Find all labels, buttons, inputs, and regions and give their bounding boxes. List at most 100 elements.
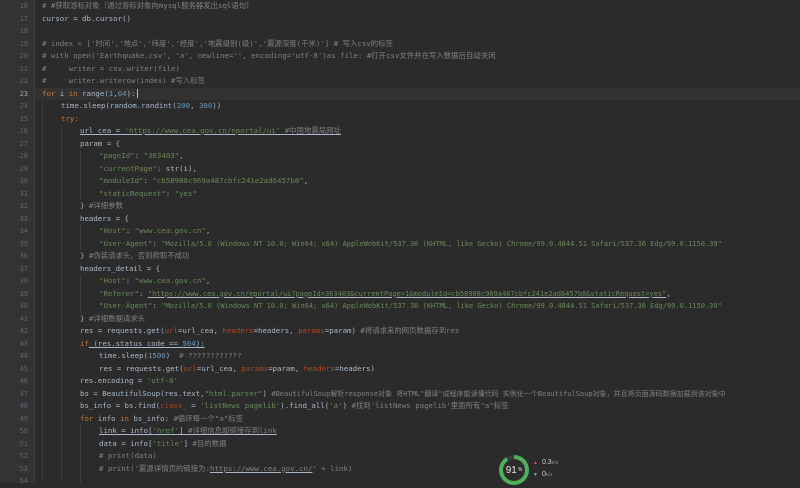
line-number: 33 [19, 214, 28, 223]
code-line-49: for info in bs_info: #循环每一个"a"标签 [80, 413, 243, 426]
code-line-26: url_cea = 'https://www.cea.gov.cn/eporta… [80, 125, 341, 138]
number: 64 [117, 88, 127, 98]
code-token: : str(i), [156, 163, 197, 173]
indent-guide [80, 425, 81, 483]
code-line-27: param = { [80, 138, 121, 148]
code-token: = [111, 126, 125, 135]
code-line-44: time.sleep(1500) # ???????????? [99, 350, 241, 363]
code-line-19: # index = ['时间','地点','纬度','经度','地震级别(级)'… [42, 38, 393, 48]
url-string[interactable]: "https://www.cea.gov.cn/eportal/ui?pageI… [148, 290, 666, 298]
keyword: in [120, 413, 129, 423]
line-number: 43 [19, 339, 28, 348]
string: 'title' [152, 438, 184, 448]
code-token: =url_cea, [177, 326, 223, 335]
line-number: 52 [19, 452, 28, 460]
line-number: 36 [19, 252, 28, 260]
code-line-47: bs = BeautifulSoup(res.text,"html.parser… [80, 388, 726, 401]
text-caret [136, 88, 138, 98]
line-number: 38 [19, 277, 28, 285]
code-token: , [190, 101, 199, 110]
line-number: 46 [19, 377, 28, 385]
line-number: 41 [19, 314, 28, 323]
parameter: headers [303, 363, 335, 373]
code-line-48: bs_info = bs.find(class_ = 'listNews pag… [80, 400, 509, 413]
comment: #BeautifulSoup解析response对象 将HTML"翻译"成程序能… [271, 389, 726, 398]
comment-link[interactable]: https://www.cea.gov.cn/ [210, 464, 312, 473]
cpu-usage-percent: 91 [505, 464, 517, 476]
keyword: if [80, 338, 89, 348]
code-line-32: } #详细参数 [80, 200, 123, 213]
code-line-35: "User-Agent": "Mozilla/5.0 (Windows NT 1… [99, 238, 722, 251]
code-token: time.sleep(random.randint( [61, 101, 177, 110]
code-token: } [80, 251, 89, 260]
code-token: , [303, 176, 309, 185]
code-token: : [139, 288, 148, 298]
url-string[interactable]: 'https://www.cea.gov.cn/eportal/ui' [125, 126, 281, 135]
code-line-30: "moduleId": "cb58908c969a487cbfc241e2ad6… [99, 175, 308, 188]
code-token: (res.status_code == [88, 338, 183, 348]
comment: #循环每一个"a"标签 [173, 413, 244, 423]
line-number: 39 [19, 289, 28, 298]
line-number: 17 [19, 14, 28, 23]
code-token: : [134, 151, 144, 160]
code-line-20: # with open('Earthquake.csv', 'a', newli… [42, 51, 496, 60]
code-line-45: res = requests.get(url=url_cea, params=p… [99, 363, 375, 376]
string: 'href' [152, 426, 180, 435]
download-unit: K/s [545, 472, 553, 477]
code-line-25: try: [61, 113, 79, 123]
code-token: : [165, 188, 175, 198]
code-line-43: if (res.status_code == 504): [80, 338, 205, 351]
system-monitor-widget[interactable]: 91% ▲ 0.3K/s ▼ 0K/s [497, 452, 577, 486]
cpu-usage-readout: 91% [503, 459, 525, 481]
line-number: 20 [19, 52, 28, 60]
code-token: =param, [268, 363, 304, 373]
string: "Mozilla/5.0 (Windows NT 10.0; Win64; x6… [161, 302, 722, 310]
upload-value: 0.3 [541, 459, 552, 466]
keyword: for [42, 88, 56, 98]
line-number-gutter[interactable]: 16 17 18 19 20 21 22 23 24 25 26 27 28 2… [0, 0, 35, 485]
code-line-23: for i in range(1,64): [42, 88, 138, 101]
code-line-53: # print('震源详情页的链接为:https://www.cea.gov.c… [99, 463, 352, 476]
code-token: res.encoding = [80, 376, 147, 385]
keyword: for [80, 413, 94, 423]
string: "Referer" [99, 288, 140, 298]
code-line-51: data = info['title'] #目的数据 [99, 438, 226, 451]
string: "cb58908c969a487cbfc241e2ad6457b8" [152, 176, 304, 185]
line-number: 29 [19, 164, 28, 173]
string: "pageId" [99, 151, 135, 160]
code-token: =headers, [253, 326, 299, 335]
parameter: url [164, 326, 178, 335]
code-line-52: # print(data) [99, 451, 157, 460]
current-line-number: 23 [19, 89, 28, 98]
code-line-16: # #获取游标对象（通过游标对象向mysql服务器发出sql语句） [42, 1, 254, 10]
string: "currentPage" [99, 163, 157, 173]
string: "User-Agent" [99, 301, 153, 310]
number: 300 [198, 101, 213, 110]
code-line-34: "Host": "www.cea.gov.cn", [99, 225, 210, 238]
string: "User-Agent" [99, 238, 153, 248]
comment: #详细数据请求头 [88, 313, 146, 323]
code-token: )) [212, 101, 222, 110]
code-line-40: "User-Agent": "Mozilla/5.0 (Windows NT 1… [99, 300, 722, 313]
comment: #找到'listNews pagelib'里面所有"a"标签 [351, 401, 509, 410]
line-number: 42 [19, 327, 28, 335]
line-number: 21 [19, 64, 28, 73]
parameter: params [298, 326, 325, 335]
line-number: 18 [19, 27, 28, 35]
indent-guide [80, 275, 81, 313]
code-token: , [179, 151, 184, 160]
string: 'utf-8' [146, 376, 178, 385]
string: "www.cea.gov.cn" [134, 226, 206, 235]
line-number: 37 [19, 264, 28, 273]
number: 504 [182, 338, 196, 348]
parameter: class_ [160, 401, 187, 410]
line-number: 47 [19, 389, 28, 398]
code-line-50: link = info['href'] #详细信息超链接存到link [99, 425, 277, 438]
upload-arrow-icon: ▲ [533, 460, 538, 466]
keyword: in [68, 88, 78, 98]
indent-guide [42, 100, 43, 483]
code-token: =url_cea, [196, 363, 242, 373]
string: "363403" [143, 151, 180, 160]
code-token: res = requests.get( [99, 363, 184, 373]
code-line-21: # writer = csv.writer(file) [42, 63, 180, 73]
